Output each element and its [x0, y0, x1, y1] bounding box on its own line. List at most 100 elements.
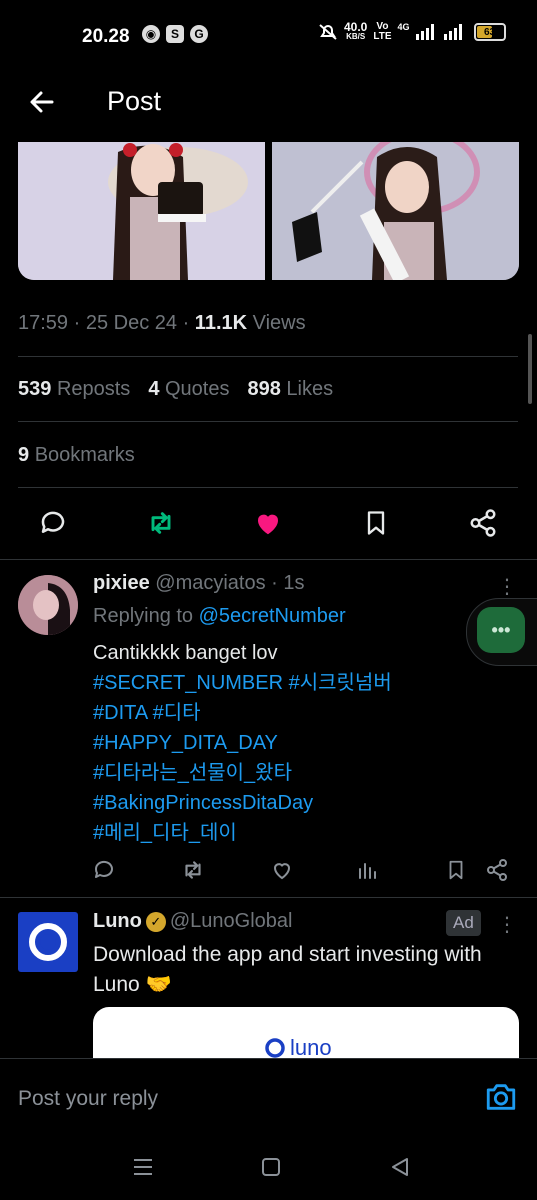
reposts-label: Reposts	[56, 378, 131, 400]
whatsapp-icon: ◉	[142, 25, 160, 43]
reply-icon	[94, 860, 113, 878]
like-button[interactable]	[250, 505, 286, 541]
post-meta: 17:59 · 25 Dec 24 · 11.1K Views	[18, 312, 306, 334]
replying-to: Replying to @5ecretNumber	[93, 605, 346, 628]
reply-handle[interactable]: @macyiatos	[155, 572, 265, 594]
replying-to-handle[interactable]: @5ecretNumber	[199, 605, 346, 627]
hashtag-line[interactable]: #SECRET_NUMBER #시크릿넘버	[93, 668, 392, 698]
notification-icons: ◉ S G	[142, 25, 208, 43]
quotes-count: 4	[148, 378, 160, 400]
share-button[interactable]	[465, 505, 501, 541]
ad-header: Luno ✓ @LunoGlobal	[93, 910, 292, 933]
menu-icon	[134, 1159, 152, 1175]
hashtag-line[interactable]: #BakingPrincessDitaDay	[93, 788, 392, 818]
ad-handle[interactable]: @LunoGlobal	[170, 910, 293, 933]
reply-more-icon[interactable]: ⋮	[497, 576, 517, 598]
status-time: 20.28	[82, 26, 130, 47]
heart-icon	[273, 863, 291, 880]
divider	[18, 421, 518, 422]
reposts-stat[interactable]: 539 Reposts	[18, 378, 130, 401]
reply-time: 1s	[283, 572, 305, 594]
home-square-icon	[262, 1158, 280, 1176]
divider	[0, 559, 537, 560]
divider	[18, 356, 518, 357]
bookmarks-stat[interactable]: 9 Bookmarks	[18, 444, 135, 467]
ad-display-name[interactable]: Luno	[93, 910, 142, 933]
verified-badge-icon: ✓	[145, 911, 166, 932]
ad-more-icon[interactable]: ⋮	[497, 914, 517, 936]
heart-filled-icon	[257, 514, 279, 535]
analytics-icon	[359, 863, 376, 879]
reply-button[interactable]	[35, 505, 71, 541]
post-image-1-art	[18, 142, 265, 280]
signal-icon	[415, 24, 434, 40]
status-bar: 20.28 ◉ S G 40.0 KB/S Vo LTE 4G 63	[0, 0, 537, 72]
hashtag-line[interactable]: #디타라는_선물이_왔타	[93, 758, 392, 788]
ad-text: Download the app and start investing wit…	[93, 943, 482, 996]
google-icon: G	[190, 25, 208, 43]
mute-icon	[319, 24, 337, 40]
system-icons: 40.0 KB/S Vo LTE 4G 63	[318, 20, 506, 42]
reply-bookmark-button[interactable]	[443, 857, 469, 883]
reply-action-bar	[0, 857, 537, 887]
repost-icon	[185, 861, 201, 879]
reply-repost-button[interactable]	[180, 857, 206, 883]
reply-header: pixiee @macyiatos · 1s	[93, 572, 305, 594]
back-triangle-icon	[392, 1158, 408, 1176]
luno-avatar[interactable]	[18, 912, 78, 972]
battery-icon: 63	[473, 23, 506, 41]
reply-like-button[interactable]	[269, 857, 295, 883]
bookmark-button[interactable]	[358, 505, 394, 541]
share-icon	[487, 859, 507, 881]
shopee-icon: S	[166, 25, 184, 43]
post-time: 17:59	[18, 312, 69, 334]
network-type: 4G	[397, 22, 410, 32]
bookmarks-label: Bookmarks	[34, 444, 135, 466]
post-date: 25 Dec 24	[85, 312, 178, 334]
reply-line: Cantikkkk banget lov	[93, 642, 278, 664]
bookmark-icon	[367, 511, 385, 535]
ad-badge: Ad	[446, 910, 481, 936]
bookmark-icon	[449, 860, 463, 880]
repost-icon	[151, 512, 171, 534]
back-arrow-icon[interactable]	[26, 86, 58, 118]
signal-icon-2	[443, 24, 462, 40]
bookmarks-count: 9	[18, 444, 30, 466]
share-icon	[470, 509, 496, 537]
post-image-1[interactable]	[18, 142, 265, 280]
hashtag-line[interactable]: #DITA #디타	[93, 698, 392, 728]
repost-button[interactable]	[143, 505, 179, 541]
lte-label: LTE	[373, 31, 392, 42]
recents-button[interactable]	[131, 1155, 155, 1179]
post-image-2[interactable]	[272, 142, 519, 280]
reply-views-button[interactable]	[354, 857, 380, 883]
reply-text: Cantikkkk banget lov #SECRET_NUMBER #시크릿…	[93, 638, 392, 848]
reply-share-button[interactable]	[484, 857, 510, 883]
page-title: Post	[107, 86, 162, 116]
views-count: 11.1K	[194, 312, 248, 334]
net-speed-unit: KB/S	[346, 32, 366, 41]
reply-display-name[interactable]: pixiee	[93, 572, 150, 594]
hashtag-line[interactable]: #메리_디타_데이	[93, 818, 392, 848]
luno-logo-icon	[29, 923, 67, 961]
reply-icon	[41, 511, 65, 533]
hashtag-line[interactable]: #HAPPY_DITA_DAY	[93, 728, 392, 758]
reply-reply-button[interactable]	[91, 857, 117, 883]
home-button[interactable]	[259, 1155, 283, 1179]
divider	[18, 487, 518, 488]
post-image-2-art	[272, 142, 519, 280]
volte-indicator: Vo LTE	[373, 22, 391, 42]
floating-more-button[interactable]: •••	[477, 607, 525, 653]
net-speed-value: 40.0	[344, 20, 368, 34]
likes-stat[interactable]: 898 Likes	[247, 378, 333, 401]
reply-avatar[interactable]	[18, 575, 78, 635]
reply-avatar-art	[18, 575, 78, 635]
nav-back-button[interactable]	[388, 1155, 412, 1179]
reply-input[interactable]: Post your reply	[18, 1087, 158, 1111]
post-stats: 539 Reposts 4 Quotes 898 Likes	[18, 378, 333, 401]
net-speed: 40.0 KB/S	[344, 20, 368, 42]
scrollbar[interactable]	[528, 334, 532, 404]
likes-label: Likes	[286, 378, 334, 400]
camera-icon[interactable]	[484, 1080, 518, 1114]
quotes-stat[interactable]: 4 Quotes	[148, 378, 229, 401]
